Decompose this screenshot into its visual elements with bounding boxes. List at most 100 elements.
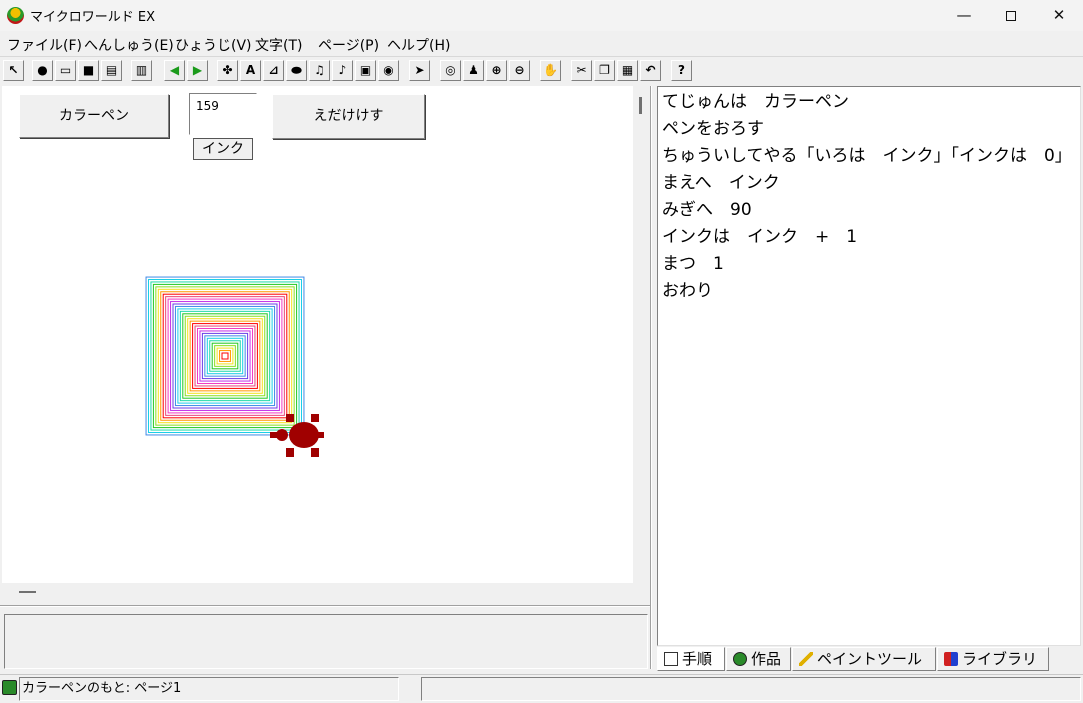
procedure-editor[interactable]: てじゅんは カラーペン ペンをおろす ちゅういしてやる「いろは インク」「インクは … — [657, 86, 1081, 646]
colorpen-button[interactable]: カラーペン — [19, 94, 169, 138]
print-icon: ▤ — [105, 63, 118, 77]
video-button[interactable]: ▣ — [355, 60, 376, 81]
maximize-icon — [1006, 10, 1016, 21]
pen-trail-square — [221, 352, 229, 360]
cut-button[interactable]: ✂ — [571, 60, 592, 81]
pages-button[interactable]: ▥ — [131, 60, 152, 81]
next-page-button[interactable]: ▶ — [187, 60, 208, 81]
close-button[interactable]: ✕ — [1036, 0, 1082, 31]
tab-project[interactable]: 作品 — [726, 647, 791, 671]
paste-button[interactable]: ▦ — [617, 60, 638, 81]
ink-value-box: 159 — [189, 93, 257, 135]
pen-trail-square — [145, 276, 305, 436]
page-canvas[interactable]: カラーペン 159 インク えだけけす — [2, 86, 633, 583]
tab-label: ペイントツール — [817, 650, 923, 668]
splitter-handle[interactable] — [19, 591, 36, 593]
globe-button[interactable]: ● — [32, 60, 53, 81]
pen-trail-square — [194, 325, 256, 387]
code-line: まえへ インク — [662, 173, 780, 193]
zoom-in-button[interactable]: ⊕ — [486, 60, 507, 81]
globe-icon: ● — [37, 63, 48, 77]
tab-label: 手順 — [682, 650, 713, 668]
zoom-out-icon: ⊖ — [514, 63, 525, 77]
pen-trail-square — [177, 308, 273, 404]
paintbrush-icon — [799, 652, 813, 666]
button-button[interactable]: ⬬ — [286, 60, 307, 81]
pen-trail-square — [204, 335, 246, 377]
pen-trail-square — [201, 332, 249, 380]
sound-button[interactable]: ♪ — [332, 60, 353, 81]
undo-button[interactable]: ↶ — [640, 60, 661, 81]
next-page-icon: ▶ — [192, 63, 203, 77]
eye-icon: ◎ — [445, 63, 456, 77]
video-icon: ▣ — [359, 63, 372, 77]
turtle-drawing — [145, 276, 324, 457]
pointer-arrow-icon: ↖ — [8, 63, 19, 77]
menu-text[interactable]: 文字(T) — [255, 35, 302, 55]
save-button[interactable]: ■ — [78, 60, 99, 81]
new-turtle-button[interactable]: ✤ — [217, 60, 238, 81]
menu-bar: ファイル(F) へんしゅう(E) ひょうじ(V) 文字(T) ページ(P) ヘル… — [0, 31, 1083, 55]
sound-icon: ♪ — [338, 63, 347, 77]
shape-center-button[interactable]: ◉ — [378, 60, 399, 81]
pointer-arrow-button[interactable]: ↖ — [3, 60, 24, 81]
title-bar: マイクロワールド EX — ✕ — [0, 0, 1083, 31]
pen-trail-square — [148, 279, 302, 433]
pen-trail-square — [152, 283, 298, 429]
pen-trail-square — [189, 320, 261, 392]
horizontal-divider — [0, 605, 652, 607]
select-arrow-icon: ➤ — [414, 63, 425, 77]
open-folder-icon: ▭ — [59, 63, 72, 77]
help-button[interactable]: ? — [671, 60, 692, 81]
music-button[interactable]: ♫ — [309, 60, 330, 81]
stage-scroll-marker[interactable] — [639, 97, 642, 114]
menu-page[interactable]: ページ(P) — [318, 35, 379, 55]
vertical-divider[interactable] — [650, 86, 652, 669]
code-line: インクは インク + 1 — [662, 227, 858, 247]
stop-hand-button[interactable]: ✋ — [540, 60, 561, 81]
pen-trail-square — [162, 293, 288, 419]
paste-icon: ▦ — [621, 63, 634, 77]
slider-button[interactable]: ⊿ — [263, 60, 284, 81]
tab-procedures[interactable]: 手順 — [657, 647, 725, 671]
command-center[interactable] — [4, 614, 648, 669]
undo-icon: ↶ — [645, 63, 656, 77]
app-window: マイクロワールド EX — ✕ ファイル(F) へんしゅう(E) ひょうじ(V)… — [0, 0, 1083, 703]
pen-trail-square — [219, 350, 231, 362]
window-title: マイクロワールド EX — [30, 10, 155, 25]
pen-trail-square — [214, 345, 236, 367]
book-icon — [664, 652, 678, 666]
tab-label: 作品 — [751, 650, 782, 668]
erase-button[interactable]: えだけけす — [272, 94, 425, 139]
text-box-button[interactable]: A — [240, 60, 261, 81]
pen-trail-square — [155, 286, 295, 426]
menu-view[interactable]: ひょうじ(V) — [175, 35, 252, 55]
open-folder-button[interactable]: ▭ — [55, 60, 76, 81]
previous-page-button[interactable]: ◀ — [164, 60, 185, 81]
tab-library[interactable]: ライブラリ — [937, 647, 1049, 671]
menu-help[interactable]: ヘルプ(H) — [387, 35, 450, 55]
minimize-button[interactable]: — — [941, 0, 987, 31]
tab-paint-tools[interactable]: ペイントツール — [792, 647, 936, 671]
menu-file[interactable]: ファイル(F) — [7, 35, 82, 55]
stop-hand-icon: ✋ — [543, 63, 558, 77]
stamp-button[interactable]: ♟ — [463, 60, 484, 81]
help-icon: ? — [678, 63, 685, 77]
zoom-out-button[interactable]: ⊖ — [509, 60, 530, 81]
eye-button[interactable]: ◎ — [440, 60, 461, 81]
status-bar: カラーペンのもと: ページ1 — [0, 674, 1083, 703]
stamp-icon: ♟ — [468, 63, 479, 77]
text-box-icon: A — [245, 63, 256, 77]
shape-center-icon: ◉ — [383, 63, 394, 77]
code-line: おわり — [662, 281, 713, 301]
menu-edit[interactable]: へんしゅう(E) — [84, 35, 174, 55]
status-panel — [421, 677, 1081, 701]
previous-page-icon: ◀ — [169, 63, 180, 77]
cut-icon: ✂ — [576, 63, 587, 77]
print-button[interactable]: ▤ — [101, 60, 122, 81]
toolbar: ↖ ● ▭ ■ ▤ ▥ ◀ ▶ ✤ A ⊿ ⬬ ♫ ♪ ▣ ◉ ➤ ◎ ♟ ⊕ ⊖ ✋ ✂ ❐ ▦ ↶? — [0, 56, 1083, 84]
maximize-button[interactable] — [988, 0, 1034, 31]
select-arrow-button[interactable]: ➤ — [409, 60, 430, 81]
pages-icon: ▥ — [135, 63, 148, 77]
copy-button[interactable]: ❐ — [594, 60, 615, 81]
